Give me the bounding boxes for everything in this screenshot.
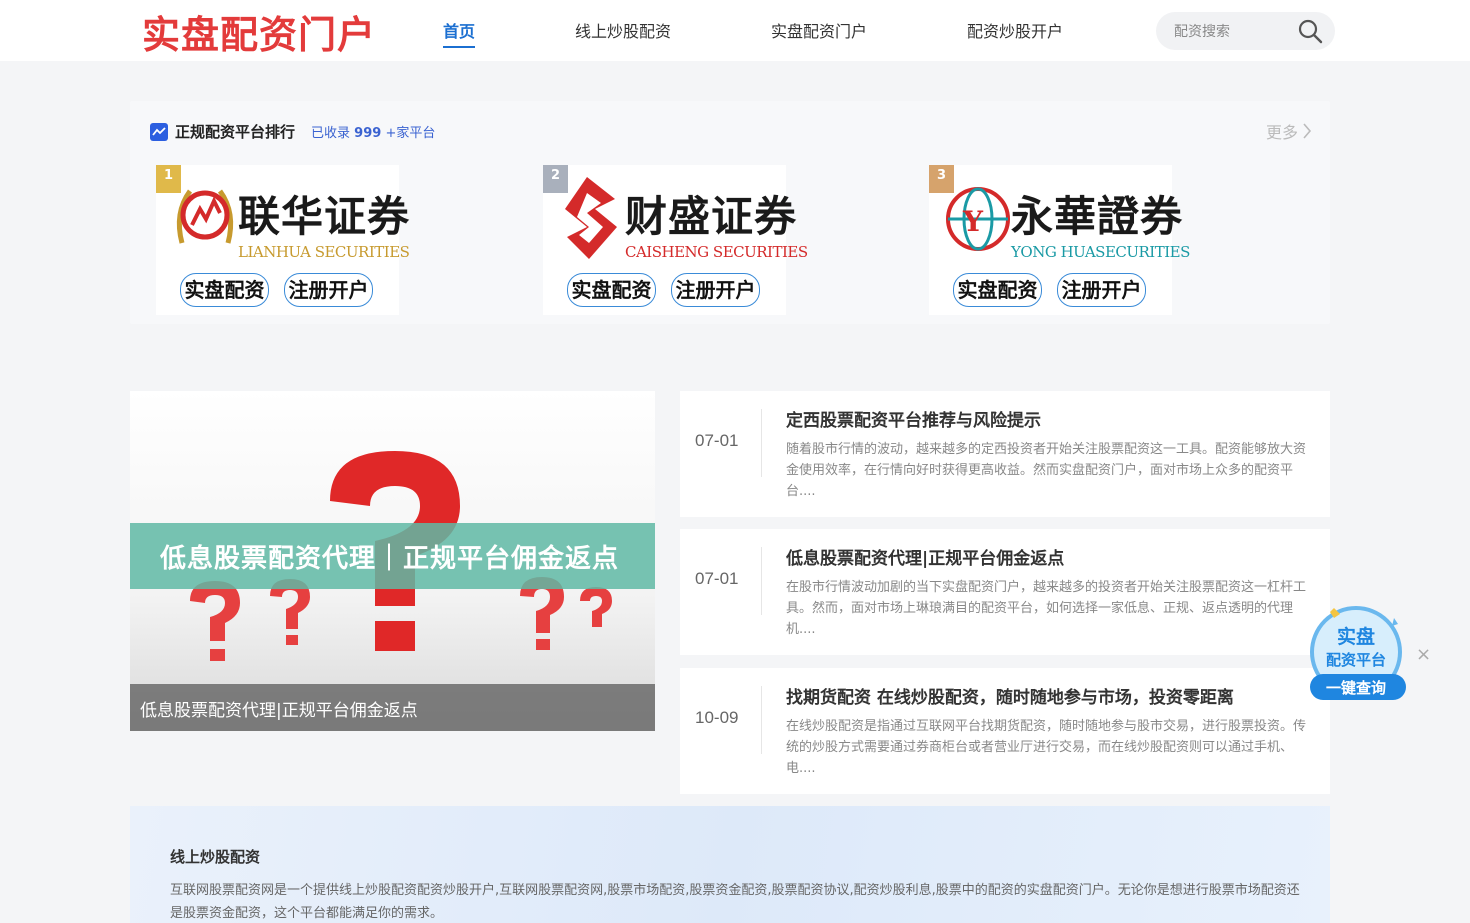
news-item[interactable]: 07-01 低息股票配资代理|正规平台佣金返点 在股市行情波动加剧的当下实盘配资…	[680, 529, 1330, 655]
slide-caption: 低息股票配资代理|正规平台佣金返点	[130, 684, 655, 731]
news-excerpt: 在线炒股配资是指通过互联网平台找期货配资，随时随地参与股市交易，进行股票投资。传…	[786, 719, 1307, 776]
register-button[interactable]: 注册开户	[284, 273, 373, 307]
news-item[interactable]: 10-09 找期货配资 在线炒股配资，随时随地参与市场，投资零距离 在线炒股配资…	[680, 668, 1330, 794]
rank-number: 1	[163, 168, 174, 183]
badge-line2: 配资平台	[1325, 651, 1386, 669]
trend-chart-icon	[150, 122, 168, 141]
ranking-title: 正规配资平台排行	[175, 123, 296, 141]
news-date: 10-09	[695, 708, 739, 727]
search-input[interactable]	[1174, 21, 1294, 43]
news-divider	[761, 547, 762, 615]
news-date: 07-01	[695, 569, 739, 588]
ranking-header: 正规配资平台排行 已收录 999 +家平台	[150, 121, 435, 142]
news-title[interactable]: 找期货配资 在线炒股配资，随时随地参与市场，投资零距离	[786, 683, 1234, 708]
ranking-count: 已收录 999 +家平台	[311, 122, 435, 141]
slide-banner-text: 低息股票配资代理｜正规平台佣金返点	[160, 544, 620, 574]
news-divider	[761, 686, 762, 754]
rank-number: 3	[936, 168, 947, 183]
featured-slide[interactable]: 低息股票配资代理｜正规平台佣金返点 低息股票配资代理|正规平台佣金返点	[130, 391, 655, 731]
news-divider	[761, 409, 762, 477]
search-box	[1156, 12, 1335, 50]
nav-portal[interactable]: 实盘配资门户	[771, 18, 867, 42]
search-icon[interactable]	[1297, 18, 1323, 44]
news-excerpt: 随着股市行情的波动，越来越多的定西投资者开始关注股票配资这一工具。配资能够放大资…	[786, 442, 1307, 499]
register-button[interactable]: 注册开户	[1057, 273, 1146, 307]
broker-name: 财盛证券	[625, 192, 798, 241]
rank-badge: 3	[929, 165, 954, 193]
nav-open-account[interactable]: 配资炒股开户	[967, 18, 1063, 42]
margin-button[interactable]: 实盘配资	[567, 273, 656, 307]
nav-online-margin[interactable]: 线上炒股配资	[575, 18, 671, 42]
broker-name: 永華證券	[1011, 192, 1184, 241]
rank-badge: 2	[543, 165, 568, 193]
site-logo[interactable]: 实盘配资门户	[134, 4, 377, 58]
broker-en-name: CAISHENG SECURITIES	[625, 243, 808, 261]
rank-badge: 1	[156, 165, 181, 193]
count-prefix: 已收录	[311, 126, 351, 141]
nav-home[interactable]: 首页	[443, 18, 476, 48]
broker-en-name: YONG HUASECURITIES	[1011, 243, 1190, 261]
slide-caption-text: 低息股票配资代理|正规平台佣金返点	[140, 701, 418, 721]
platform-ranking-card: 正规配资平台排行 已收录 999 +家平台 更多 联华证券 LIANHUA SE…	[130, 101, 1330, 324]
chevron-right-icon	[1303, 123, 1312, 139]
intro-section: 线上炒股配资 互联网股票配资网是一个提供线上炒股配资配资炒股开户,互联网股票配资…	[130, 806, 1330, 923]
more-label: 更多	[1265, 123, 1298, 142]
count-suffix: +家平台	[385, 126, 436, 141]
close-icon[interactable]: ×	[1416, 646, 1431, 664]
quick-query-float-badge[interactable]: 实盘 配资平台 一键查询	[1304, 604, 1408, 708]
broker-card-yonghua[interactable]: Y 永華證券 YONG HUASECURITIES 实盘配资 注册开户 3	[929, 165, 1190, 315]
news-title[interactable]: 定西股票配资平台推荐与风险提示	[786, 406, 1041, 431]
more-link[interactable]: 更多	[1266, 119, 1312, 143]
register-button[interactable]: 注册开户	[671, 273, 760, 307]
news-date: 07-01	[695, 431, 739, 450]
margin-button[interactable]: 实盘配资	[180, 273, 269, 307]
rank-number: 2	[550, 168, 561, 183]
slide-banner: 低息股票配资代理｜正规平台佣金返点	[130, 523, 655, 589]
broker-card-caisheng[interactable]: 财盛证券 CAISHENG SECURITIES 实盘配资 注册开户 2	[543, 165, 808, 315]
logo-text: 实盘配资门户	[142, 12, 377, 57]
badge-line1: 实盘	[1336, 626, 1375, 648]
intro-text: 互联网股票配资网是一个提供线上炒股配资配资炒股开户,互联网股票配资网,股票市场配…	[170, 883, 1300, 921]
margin-button[interactable]: 实盘配资	[953, 273, 1042, 307]
broker-name: 联华证券	[238, 192, 411, 241]
badge-line3: 一键查询	[1325, 679, 1386, 697]
broker-card-lianhua[interactable]: 联华证券 LIANHUA SECURITIES 实盘配资 注册开户 1	[156, 165, 410, 315]
site-header: 实盘配资门户 首页 线上炒股配资 实盘配资门户 配资炒股开户	[0, 0, 1470, 61]
news-title[interactable]: 低息股票配资代理|正规平台佣金返点	[786, 544, 1064, 569]
svg-text:Y: Y	[962, 205, 984, 238]
broker-en-name: LIANHUA SECURITIES	[238, 243, 410, 261]
news-excerpt: 在股市行情波动加剧的当下实盘配资门户，越来越多的投资者开始关注股票配资这一杠杆工…	[786, 580, 1307, 637]
count-value: 999	[354, 126, 382, 141]
news-item[interactable]: 07-01 定西股票配资平台推荐与风险提示 随着股市行情的波动，越来越多的定西投…	[680, 391, 1330, 517]
intro-title: 线上炒股配资	[170, 848, 261, 866]
